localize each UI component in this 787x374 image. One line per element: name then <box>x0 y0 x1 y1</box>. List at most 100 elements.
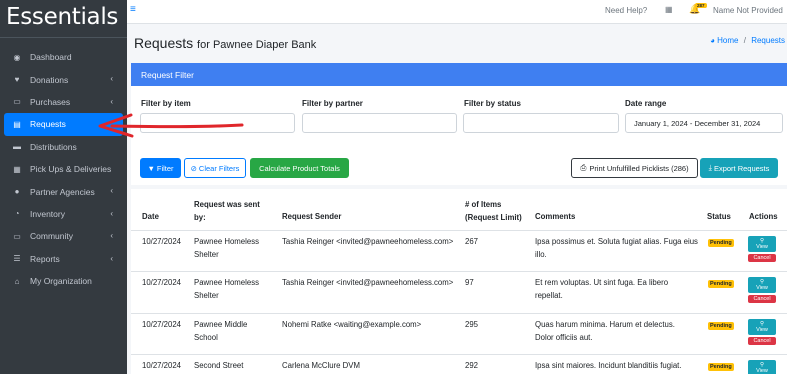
cell-date: 10/27/2024 <box>142 320 182 329</box>
sidebar-item-label: Pick Ups & Deliveries <box>30 164 112 175</box>
requests-table: Date Request was sent by: Request Sender … <box>131 189 787 374</box>
sidebar-item-dashboard[interactable]: ◉ Dashboard <box>4 46 123 68</box>
filter-partner-select[interactable] <box>302 113 457 133</box>
cancel-button[interactable]: Cancel <box>748 254 776 262</box>
cell-comment: Ipsa possimus et. Soluta fugiat alias. F… <box>535 237 698 246</box>
filter-status-select[interactable] <box>463 113 619 133</box>
cell-comment: Ipsa sint maiores. Incidunt blanditiis f… <box>535 361 682 370</box>
page-subtitle: for Pawnee Diaper Bank <box>197 39 317 51</box>
col-header-actions: Actions <box>749 212 778 221</box>
sidebar-item-distributions[interactable]: ▬ Distributions <box>4 136 123 158</box>
export-requests-button[interactable]: ⤓ Export Requests <box>700 158 778 178</box>
filter-button[interactable]: ▼ Filter <box>140 158 181 178</box>
need-help-link[interactable]: Need Help? <box>605 6 647 15</box>
desktop-icon: ▭ <box>13 231 21 241</box>
chevron-left-icon: ‹ <box>110 231 113 241</box>
print-picklists-button[interactable]: ⎙ Print Unfulfilled Picklists (286) <box>571 158 698 178</box>
file-icon: ▤ <box>13 119 21 129</box>
heart-icon: ♥ <box>14 75 20 85</box>
view-button[interactable]: ⚲ View <box>748 277 776 293</box>
date-range-input[interactable]: January 1, 2024 - December 31, 2024 <box>625 113 783 133</box>
sidebar-item-label: My Organization <box>30 276 92 287</box>
breadcrumb-home-link[interactable]: ◕ Home <box>710 36 738 45</box>
clear-filters-button[interactable]: ⊘ Clear Filters <box>184 158 246 178</box>
view-label: View <box>756 368 768 374</box>
money-icon: ▭ <box>13 97 21 107</box>
filter-item-select[interactable] <box>140 113 295 133</box>
download-icon: ⤓ <box>708 163 712 172</box>
cell-sender: Tashia Reinger <invited@pawneehomeless.c… <box>282 278 454 287</box>
cell-sent-by: Pawnee Homeless <box>194 278 260 287</box>
cell-sent-by: Second Street <box>194 361 244 370</box>
table-row: 10/27/2024 Pawnee Homeless Shelter Tashia R… <box>131 271 787 313</box>
view-button[interactable]: ⚲ View <box>748 319 776 335</box>
cell-items: 292 <box>465 361 479 370</box>
sidebar-item-label: Reports <box>30 253 60 264</box>
cell-comment-2: repellat. <box>535 290 563 300</box>
filter-card-header: Request Filter <box>131 63 787 86</box>
cell-sent-by-2: Shelter <box>194 249 219 259</box>
sidebar-item-label: Inventory <box>30 208 65 219</box>
table-row: 10/27/2024 Pawnee Homeless Shelter Tashia R… <box>131 230 787 271</box>
list-icon: ☰ <box>13 254 21 264</box>
cell-sent-by: Pawnee Middle <box>194 320 248 329</box>
cell-items: 267 <box>465 237 479 246</box>
cell-date: 10/27/2024 <box>142 237 182 246</box>
filter-partner-label: Filter by partner <box>302 99 363 108</box>
cancel-button[interactable]: Cancel <box>748 295 776 303</box>
status-badge: Pending <box>708 280 734 288</box>
view-button[interactable]: ⚲ View <box>748 236 776 252</box>
cell-comment: Et rem voluptas. Ut sint fuga. Ea libero <box>535 278 669 287</box>
sidebar-item-reports[interactable]: ☰ Reports ‹ <box>4 248 123 270</box>
top-navbar: ≡ Need Help? ▦ 🔔 287 Name Not Provided <box>127 0 787 24</box>
chevron-left-icon: ‹ <box>110 96 113 106</box>
calendar-icon[interactable]: ▦ <box>665 5 673 14</box>
cell-comment: Quas harum minima. Harum et delectus. <box>535 320 675 329</box>
sidebar-item-label: Distributions <box>30 141 77 152</box>
cell-comment-2: illo. <box>535 249 547 259</box>
cell-items: 295 <box>465 320 479 329</box>
calendar-icon: ▦ <box>13 164 21 174</box>
cell-sender: Tashia Reinger <invited@pawneehomeless.c… <box>282 237 454 246</box>
sidebar-item-donations[interactable]: ♥ Donations ‹ <box>4 68 123 90</box>
cancel-button[interactable]: Cancel <box>748 337 776 345</box>
table-row: 10/27/2024 Pawnee Middle School Nohemi Ratk… <box>131 313 787 354</box>
filter-icon: ▼ <box>147 163 155 173</box>
users-icon: ● <box>14 187 20 197</box>
user-menu[interactable]: Name Not Provided <box>713 6 783 15</box>
sidebar: Essentials ◉ Dashboard ♥ Donations ‹ ▭ Purchas… <box>0 0 127 374</box>
sidebar-item-purchases[interactable]: ▭ Purchases ‹ <box>4 91 123 113</box>
table-row: 10/27/2024 Second Street Carlena McClure D… <box>131 354 787 374</box>
chevron-left-icon: ‹ <box>110 74 113 84</box>
sidebar-item-pick-ups-deliveries[interactable]: ▦ Pick Ups & Deliveries <box>4 158 123 180</box>
sidebar-item-partner-agencies[interactable]: ● Partner Agencies ‹ <box>4 180 123 202</box>
view-button[interactable]: ⚲ View <box>748 360 776 374</box>
col-header-comments: Comments <box>535 212 576 221</box>
status-badge: Pending <box>708 363 734 371</box>
brand-logo[interactable]: Essentials <box>0 0 127 38</box>
sidebar-item-label: Partner Agencies <box>30 186 95 197</box>
sidebar-item-inventory[interactable]: ◔ Inventory ‹ <box>4 203 123 225</box>
col-header-items: # of Items (Request Limit) <box>465 200 522 222</box>
cell-comment-2: Dolor officiis aut. <box>535 332 593 342</box>
date-range-label: Date range <box>625 99 667 108</box>
cell-date: 10/27/2024 <box>142 278 182 287</box>
sidebar-item-community[interactable]: ▭ Community ‹ <box>4 225 123 247</box>
cell-sent-by-2: School <box>194 332 218 342</box>
cell-items: 97 <box>465 278 474 287</box>
gauge-icon: ◉ <box>13 52 21 62</box>
breadcrumb-separator: / <box>743 36 746 45</box>
page-title-text: Requests <box>134 35 194 51</box>
sidebar-item-label: Purchases <box>30 96 71 107</box>
menu-toggle-icon[interactable]: ≡ <box>130 4 136 15</box>
request-filter-card: Request Filter Filter by item Filter by … <box>131 63 787 185</box>
clear-icon: ⊘ <box>190 163 197 173</box>
page-title: Requests for Pawnee Diaper Bank <box>134 35 316 51</box>
sidebar-item-requests[interactable]: ▤ Requests <box>4 113 123 136</box>
cell-sender: Carlena McClure DVM <box>282 361 360 370</box>
col-header-sender: Request Sender <box>282 212 342 221</box>
sidebar-item-my-organization[interactable]: ⌂ My Organization <box>4 270 123 292</box>
calculate-totals-button[interactable]: Calculate Product Totals <box>250 158 349 178</box>
breadcrumb-current[interactable]: Requests <box>751 36 785 45</box>
cell-date: 10/27/2024 <box>142 361 182 370</box>
